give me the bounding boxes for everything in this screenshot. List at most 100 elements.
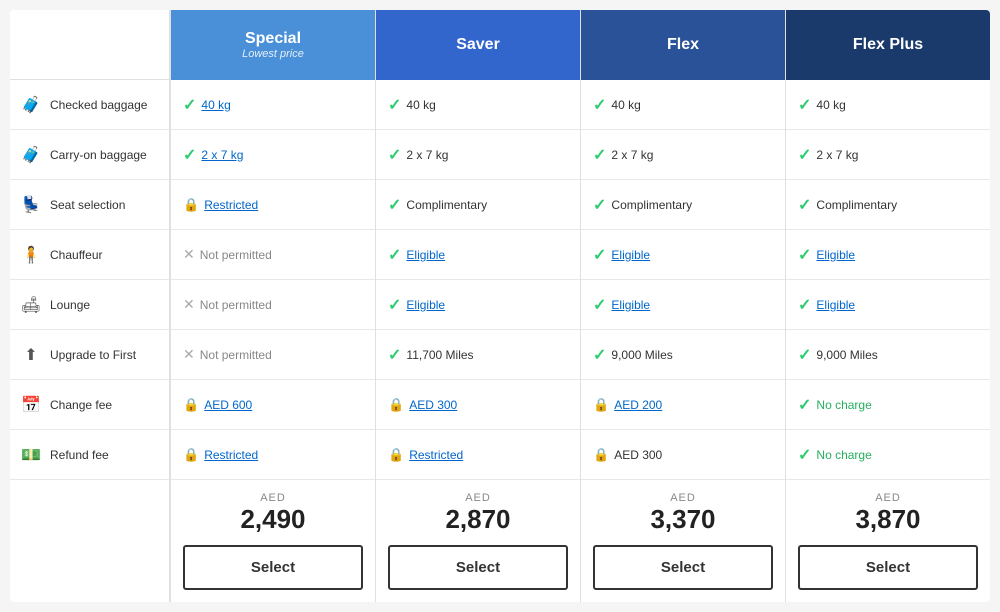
- select-button-flex[interactable]: Select: [593, 545, 773, 590]
- check-icon: ✓: [388, 295, 401, 315]
- upgrade-first-label: Upgrade to First: [50, 348, 136, 362]
- cell-content: ✓ No charge: [798, 445, 872, 465]
- plan-cell-saver-3: ✓ Eligible: [376, 230, 580, 280]
- price-amount-flex-plus: 3,870: [798, 504, 978, 535]
- check-icon: ✓: [593, 95, 606, 115]
- select-button-special[interactable]: Select: [183, 545, 363, 590]
- x-icon: ✕: [183, 296, 195, 313]
- cell-content: 🔒 AED 300: [388, 397, 457, 413]
- cell-link[interactable]: Eligible: [611, 298, 650, 312]
- cell-text: 11,700 Miles: [406, 348, 473, 362]
- plan-cell-special-0: ✓ 40 kg: [171, 80, 375, 130]
- plan-cell-flex-plus-7: ✓ No charge: [786, 430, 990, 480]
- cell-text: 40 kg: [611, 98, 640, 112]
- cell-content: ✓ Eligible: [593, 245, 650, 265]
- plan-cell-flex-plus-4: ✓ Eligible: [786, 280, 990, 330]
- plan-cell-flex-plus-0: ✓ 40 kg: [786, 80, 990, 130]
- service-row-carryon-baggage: 🧳 Carry-on baggage: [10, 130, 169, 180]
- price-section-flex-plus: AED 3,870 Select: [786, 480, 990, 602]
- cell-link[interactable]: AED 600: [204, 398, 252, 412]
- cell-link[interactable]: Eligible: [406, 248, 445, 262]
- plan-cell-flex-plus-6: ✓ No charge: [786, 380, 990, 430]
- cell-content: ✓ 40 kg: [593, 95, 641, 115]
- cell-link[interactable]: Eligible: [406, 298, 445, 312]
- plan-cell-flex-plus-1: ✓ 2 x 7 kg: [786, 130, 990, 180]
- cell-text: Complimentary: [406, 198, 487, 212]
- check-icon: ✓: [593, 195, 606, 215]
- cell-text: 2 x 7 kg: [611, 148, 653, 162]
- check-icon: ✓: [183, 95, 196, 115]
- service-row-lounge: 🛋 Lounge: [10, 280, 169, 330]
- plan-col-flex: Flex ✓ 40 kg✓ 2 x 7 kg✓ Complimentary✓ E…: [580, 10, 785, 602]
- service-rows: 🧳 Checked baggage 🧳 Carry-on baggage 💺 S…: [10, 80, 169, 480]
- plan-cell-flex-1: ✓ 2 x 7 kg: [581, 130, 785, 180]
- plan-cell-flex-2: ✓ Complimentary: [581, 180, 785, 230]
- cell-text: 40 kg: [816, 98, 845, 112]
- lock-icon: 🔒: [593, 447, 609, 463]
- cell-content: 🔒 Restricted: [183, 197, 258, 213]
- seat-selection-label: Seat selection: [50, 198, 125, 212]
- plan-cell-flex-6: 🔒 AED 200: [581, 380, 785, 430]
- cell-link[interactable]: 2 x 7 kg: [201, 148, 243, 162]
- plan-cell-saver-5: ✓ 11,700 Miles: [376, 330, 580, 380]
- check-icon: ✓: [388, 95, 401, 115]
- cell-text: Not permitted: [200, 348, 272, 362]
- lock-icon: 🔒: [593, 397, 609, 413]
- plan-col-special: Special Lowest price ✓ 40 kg✓ 2 x 7 kg🔒 …: [170, 10, 375, 602]
- plan-cell-saver-2: ✓ Complimentary: [376, 180, 580, 230]
- chauffeur-icon: 🧍: [20, 245, 42, 265]
- cell-link[interactable]: AED 300: [409, 398, 457, 412]
- check-icon: ✓: [798, 245, 811, 265]
- check-icon: ✓: [388, 145, 401, 165]
- cell-content: ✓ Complimentary: [388, 195, 487, 215]
- cell-link[interactable]: Eligible: [816, 248, 855, 262]
- plan-cell-special-6: 🔒 AED 600: [171, 380, 375, 430]
- cell-content: ✓ 40 kg: [388, 95, 436, 115]
- services-header: [10, 10, 169, 80]
- cell-text: 9,000 Miles: [816, 348, 877, 362]
- select-button-saver[interactable]: Select: [388, 545, 568, 590]
- change-fee-label: Change fee: [50, 398, 112, 412]
- x-icon: ✕: [183, 246, 195, 263]
- plan-header-saver: Saver: [376, 10, 580, 80]
- price-amount-special: 2,490: [183, 504, 363, 535]
- cell-text: 2 x 7 kg: [406, 148, 448, 162]
- check-icon: ✓: [798, 195, 811, 215]
- cell-content: ✓ Eligible: [798, 295, 855, 315]
- lounge-icon: 🛋: [20, 295, 42, 315]
- cell-text: 9,000 Miles: [611, 348, 672, 362]
- cell-text: 40 kg: [406, 98, 435, 112]
- cell-content: ✓ 2 x 7 kg: [798, 145, 858, 165]
- price-amount-flex: 3,370: [593, 504, 773, 535]
- cell-content: ✓ Complimentary: [593, 195, 692, 215]
- cell-link[interactable]: Restricted: [204, 198, 258, 212]
- cell-link[interactable]: Eligible: [611, 248, 650, 262]
- plan-cell-special-4: ✕ Not permitted: [171, 280, 375, 330]
- price-section-saver: AED 2,870 Select: [376, 480, 580, 602]
- services-column: 🧳 Checked baggage 🧳 Carry-on baggage 💺 S…: [10, 10, 170, 602]
- plan-cell-flex-plus-5: ✓ 9,000 Miles: [786, 330, 990, 380]
- x-icon: ✕: [183, 346, 195, 363]
- plan-cell-flex-4: ✓ Eligible: [581, 280, 785, 330]
- cell-link[interactable]: AED 200: [614, 398, 662, 412]
- plan-cell-special-2: 🔒 Restricted: [171, 180, 375, 230]
- lock-icon: 🔒: [183, 397, 199, 413]
- seat-selection-icon: 💺: [20, 195, 42, 215]
- cell-content: ✓ 9,000 Miles: [593, 345, 673, 365]
- cell-content: ✓ 40 kg: [183, 95, 231, 115]
- cell-content: 🔒 Restricted: [388, 447, 463, 463]
- plan-name-saver: Saver: [456, 36, 500, 54]
- cell-link[interactable]: Eligible: [816, 298, 855, 312]
- price-currency-saver: AED: [388, 492, 568, 504]
- check-icon: ✓: [183, 145, 196, 165]
- plan-header-flex: Flex: [581, 10, 785, 80]
- price-currency-flex: AED: [593, 492, 773, 504]
- cell-link[interactable]: 40 kg: [201, 98, 230, 112]
- cell-text: No charge: [816, 448, 871, 462]
- cell-link[interactable]: Restricted: [204, 448, 258, 462]
- check-icon: ✓: [388, 245, 401, 265]
- lock-icon: 🔒: [388, 447, 404, 463]
- cell-link[interactable]: Restricted: [409, 448, 463, 462]
- select-button-flex-plus[interactable]: Select: [798, 545, 978, 590]
- plan-cell-saver-4: ✓ Eligible: [376, 280, 580, 330]
